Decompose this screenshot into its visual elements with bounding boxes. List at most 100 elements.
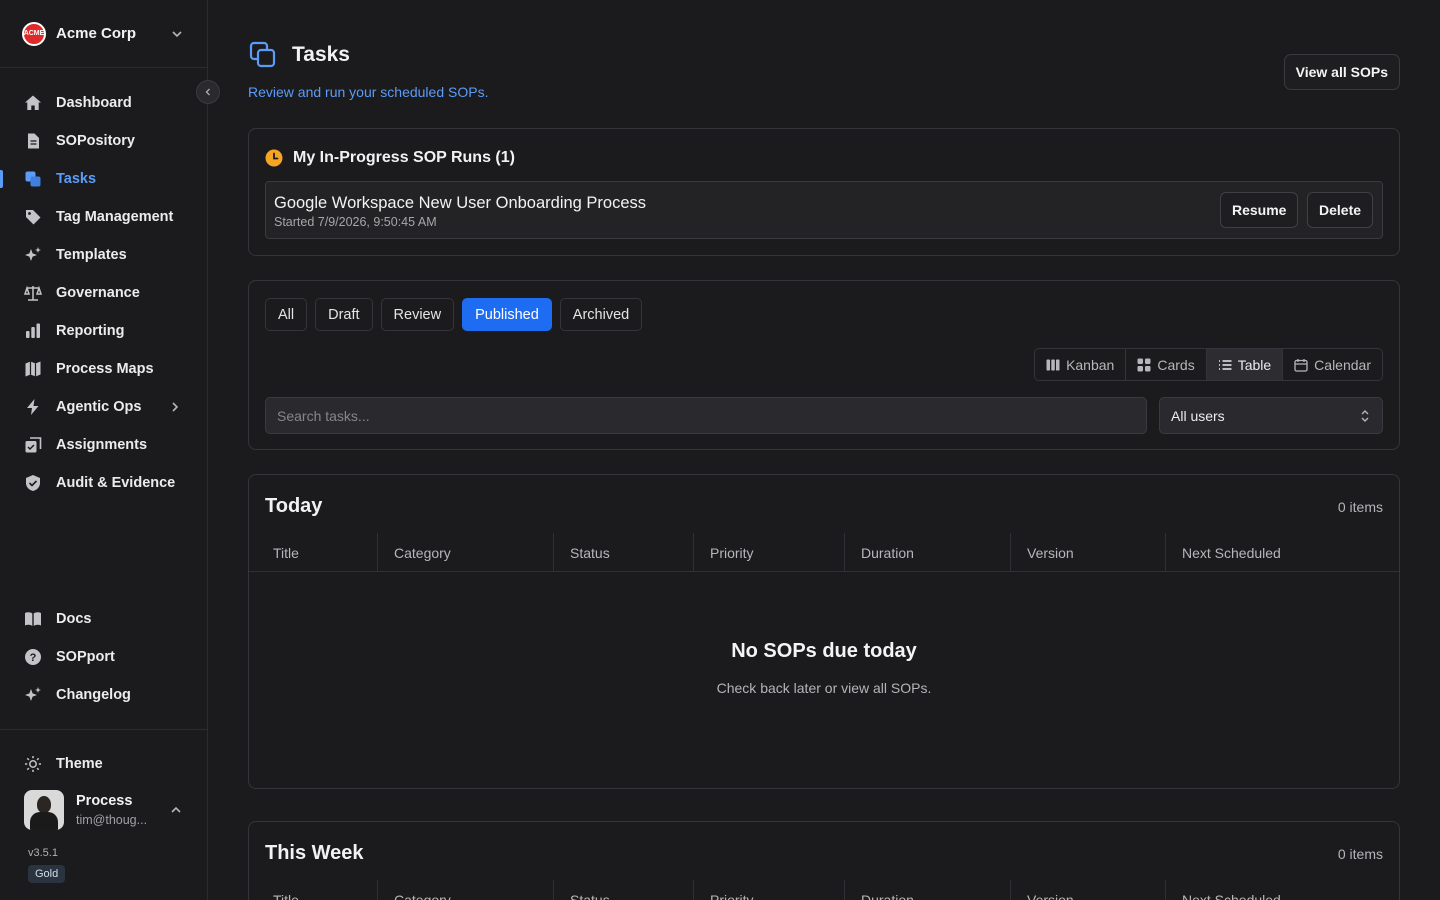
org-switcher[interactable]: ACME Acme Corp bbox=[0, 0, 207, 68]
view-cards-label: Cards bbox=[1157, 356, 1195, 373]
sidebar-item-label: Governance bbox=[56, 285, 140, 301]
sidebar-item-agentic-ops[interactable]: Agentic Ops bbox=[0, 388, 207, 426]
tab-published[interactable]: Published bbox=[462, 298, 552, 331]
column-header-duration[interactable]: Duration bbox=[845, 533, 1011, 572]
page-title: Tasks bbox=[292, 43, 350, 66]
avatar bbox=[24, 790, 64, 830]
column-header-status[interactable]: Status bbox=[554, 880, 694, 900]
chevron-up-icon bbox=[171, 806, 181, 813]
column-header-title[interactable]: Title bbox=[249, 533, 378, 572]
filters-card: All Draft Review Published Archived Kanb… bbox=[248, 280, 1400, 450]
sidebar-item-assignments[interactable]: Assignments bbox=[0, 426, 207, 464]
sidebar-item-sopport[interactable]: ? SOPport bbox=[0, 638, 207, 676]
app-version: v3.5.1 bbox=[28, 847, 58, 859]
view-table-label: Table bbox=[1237, 356, 1272, 373]
section-count: 0 items bbox=[1337, 499, 1383, 515]
resume-button[interactable]: Resume bbox=[1220, 192, 1299, 228]
scale-icon bbox=[24, 284, 42, 302]
sidebar-item-changelog[interactable]: Changelog bbox=[0, 676, 207, 714]
bar-chart-icon bbox=[24, 322, 42, 340]
column-header-priority[interactable]: Priority bbox=[694, 533, 845, 572]
sidebar-item-label: Changelog bbox=[56, 687, 131, 703]
tab-all[interactable]: All bbox=[265, 298, 308, 331]
view-all-sops-button[interactable]: View all SOPs bbox=[1283, 54, 1400, 90]
sidebar-collapse-button[interactable] bbox=[196, 80, 220, 104]
in-progress-title: My In-Progress SOP Runs (1) bbox=[293, 149, 515, 166]
sun-icon bbox=[24, 755, 42, 773]
tab-review[interactable]: Review bbox=[380, 298, 455, 331]
view-calendar-label: Calendar bbox=[1314, 356, 1371, 373]
copy-icon bbox=[24, 170, 42, 188]
view-cards-button[interactable]: Cards bbox=[1126, 349, 1207, 380]
in-progress-run-item: Google Workspace New User Onboarding Pro… bbox=[265, 181, 1383, 239]
theme-toggle[interactable]: Theme bbox=[0, 745, 207, 783]
run-name: Google Workspace New User Onboarding Pro… bbox=[274, 194, 647, 212]
column-header-duration[interactable]: Duration bbox=[845, 880, 1011, 900]
document-icon bbox=[24, 132, 42, 150]
sidebar-item-sopository[interactable]: SOPository bbox=[0, 122, 207, 160]
sidebar-nav: Dashboard SOPository Tasks Tag Managemen… bbox=[0, 84, 207, 502]
sidebar-item-docs[interactable]: Docs bbox=[0, 600, 207, 638]
calendar-icon bbox=[1294, 358, 1308, 372]
column-header-priority[interactable]: Priority bbox=[694, 880, 845, 900]
sidebar-item-templates[interactable]: Templates bbox=[0, 236, 207, 274]
view-table-button[interactable]: Table bbox=[1206, 349, 1284, 380]
svg-text:?: ? bbox=[30, 652, 37, 664]
column-header-version[interactable]: Version bbox=[1011, 880, 1166, 900]
column-header-next-scheduled[interactable]: Next Scheduled bbox=[1166, 880, 1399, 900]
sidebar-item-audit-evidence[interactable]: Audit & Evidence bbox=[0, 464, 207, 502]
tab-archived[interactable]: Archived bbox=[559, 298, 643, 331]
user-email: tim@thoug... bbox=[76, 813, 148, 827]
sidebar-item-process-maps[interactable]: Process Maps bbox=[0, 350, 207, 388]
view-calendar-button[interactable]: Calendar bbox=[1283, 349, 1382, 380]
clock-icon bbox=[265, 149, 283, 167]
column-header-next-scheduled[interactable]: Next Scheduled bbox=[1166, 533, 1399, 572]
in-progress-runs-card: My In-Progress SOP Runs (1) Google Works… bbox=[248, 128, 1400, 256]
kanban-icon bbox=[1046, 358, 1060, 372]
chevron-left-icon bbox=[205, 88, 210, 96]
search-input[interactable] bbox=[265, 397, 1147, 434]
user-filter-select[interactable]: All users bbox=[1159, 397, 1383, 434]
org-name: Acme Corp bbox=[56, 25, 137, 42]
column-header-category[interactable]: Category bbox=[378, 533, 554, 572]
sidebar-item-label: SOPository bbox=[56, 133, 135, 149]
column-header-category[interactable]: Category bbox=[378, 880, 554, 900]
column-header-title[interactable]: Title bbox=[249, 880, 378, 900]
tag-icon bbox=[24, 208, 42, 226]
sidebar-item-dashboard[interactable]: Dashboard bbox=[0, 84, 207, 122]
table-header: Title Category Status Priority Duration … bbox=[249, 533, 1399, 572]
sidebar-item-reporting[interactable]: Reporting bbox=[0, 312, 207, 350]
tab-draft[interactable]: Draft bbox=[315, 298, 373, 331]
home-icon bbox=[24, 94, 42, 112]
book-icon bbox=[24, 610, 42, 628]
theme-label: Theme bbox=[56, 756, 103, 772]
sidebar-item-label: Dashboard bbox=[56, 95, 132, 111]
column-header-status[interactable]: Status bbox=[554, 533, 694, 572]
sidebar-item-label: Tasks bbox=[56, 171, 97, 187]
assignment-icon bbox=[24, 436, 42, 454]
user-menu[interactable]: Process tim@thoug... bbox=[24, 790, 184, 830]
sidebar-item-label: Tag Management bbox=[56, 209, 174, 225]
chevron-right-icon bbox=[172, 402, 179, 412]
sidebar-item-label: Assignments bbox=[56, 437, 148, 453]
view-mode-toggle: Kanban Cards Table Calendar bbox=[1034, 348, 1383, 381]
delete-button[interactable]: Delete bbox=[1307, 192, 1374, 228]
list-icon bbox=[1218, 358, 1232, 372]
theme-item[interactable]: Theme bbox=[0, 745, 207, 783]
sidebar-item-label: Audit & Evidence bbox=[56, 475, 176, 491]
view-kanban-button[interactable]: Kanban bbox=[1035, 349, 1127, 380]
org-logo-icon: ACME bbox=[22, 21, 46, 46]
section-title: This Week bbox=[265, 842, 364, 864]
sidebar-item-governance[interactable]: Governance bbox=[0, 274, 207, 312]
empty-state-subtitle: Check back later or view all SOPs. bbox=[716, 680, 932, 696]
column-header-version[interactable]: Version bbox=[1011, 533, 1166, 572]
sidebar-item-tag-management[interactable]: Tag Management bbox=[0, 198, 207, 236]
sidebar-item-label: Process Maps bbox=[56, 361, 154, 377]
sidebar-item-tasks[interactable]: Tasks bbox=[0, 160, 207, 198]
section-count: 0 items bbox=[1337, 846, 1383, 862]
map-icon bbox=[24, 360, 42, 378]
chevron-up-down-icon bbox=[1361, 409, 1369, 422]
chevron-down-icon bbox=[172, 30, 182, 37]
user-name: Process bbox=[76, 793, 133, 809]
help-circle-icon: ? bbox=[24, 648, 42, 666]
